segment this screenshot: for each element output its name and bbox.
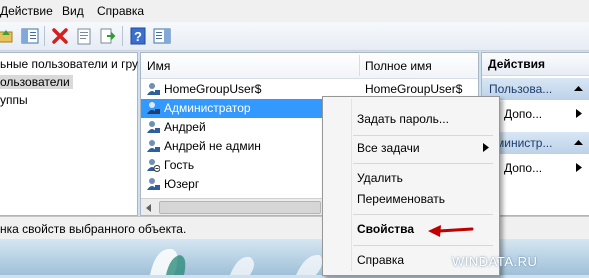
menu-item-help[interactable]: Справка bbox=[357, 253, 404, 267]
row-name: HomeGroupUser$ bbox=[164, 82, 262, 96]
status-text: нка свойств выбранного объекта. bbox=[0, 222, 187, 236]
properties-icon[interactable] bbox=[74, 26, 94, 46]
user-icon bbox=[147, 178, 160, 190]
tree-item-users[interactable]: ользователи bbox=[0, 75, 73, 89]
up-folder-icon[interactable] bbox=[0, 26, 16, 46]
scroll-left-icon[interactable] bbox=[143, 202, 155, 212]
context-menu: Задать пароль... Все задачи Удалить Пере… bbox=[322, 96, 500, 276]
collapse-up-icon[interactable] bbox=[574, 139, 583, 146]
help-icon[interactable]: ? bbox=[128, 26, 148, 46]
row-name: Андрей не админ bbox=[164, 139, 261, 153]
row-name: Администратор bbox=[164, 101, 251, 115]
show-action-pane-icon[interactable] bbox=[152, 26, 172, 46]
menu-item-properties[interactable]: Свойства bbox=[357, 222, 414, 236]
user-icon bbox=[147, 102, 160, 114]
row-name: Юзерг bbox=[164, 177, 200, 191]
show-tree-icon[interactable] bbox=[20, 26, 40, 46]
toolbar: ? bbox=[0, 22, 589, 51]
menu-help[interactable]: Справка bbox=[97, 4, 144, 18]
row-full-name: HomeGroupUser$ bbox=[365, 82, 463, 96]
menu-bar: Действие Вид Справка bbox=[0, 0, 589, 23]
scrollbar-thumb[interactable] bbox=[159, 201, 321, 214]
console-tree: ьные пользователи и гру ользователи уппы bbox=[0, 52, 138, 216]
user-icon bbox=[147, 83, 160, 95]
column-header-name[interactable]: Имя bbox=[147, 59, 170, 73]
actions-link-label: Допо... bbox=[504, 161, 543, 175]
row-name: Андрей bbox=[164, 120, 206, 134]
actions-title-text: Действия bbox=[488, 57, 546, 71]
menu-item-rename[interactable]: Переименовать bbox=[357, 192, 445, 206]
menu-item-set-password[interactable]: Задать пароль... bbox=[357, 112, 449, 126]
chevron-right-icon bbox=[576, 109, 582, 118]
svg-text:?: ? bbox=[134, 29, 142, 44]
disabled-user-icon bbox=[147, 159, 160, 172]
watermark: WINDATA.RU bbox=[452, 254, 538, 269]
user-icon bbox=[147, 140, 160, 152]
menu-action[interactable]: Действие bbox=[0, 4, 53, 18]
list-header: Имя Полное имя bbox=[141, 53, 478, 79]
actions-group-label: Пользова... bbox=[489, 82, 553, 96]
menu-item-all-tasks[interactable]: Все задачи bbox=[357, 141, 420, 155]
export-list-icon[interactable] bbox=[98, 26, 118, 46]
delete-icon[interactable] bbox=[50, 26, 70, 46]
actions-title: Действия bbox=[482, 53, 589, 76]
actions-link-label: Допо... bbox=[504, 107, 543, 121]
submenu-arrow-icon bbox=[483, 143, 489, 152]
tree-item-local-users-groups[interactable]: ьные пользователи и гру bbox=[0, 57, 138, 71]
menu-item-delete[interactable]: Удалить bbox=[357, 171, 403, 185]
menu-view[interactable]: Вид bbox=[62, 4, 84, 18]
status-bar: нка свойств выбранного объекта. bbox=[0, 216, 589, 239]
tree-item-groups[interactable]: уппы bbox=[0, 93, 28, 107]
column-header-full-name[interactable]: Полное имя bbox=[365, 59, 432, 73]
chevron-right-icon bbox=[576, 163, 582, 172]
annotation-arrow-icon bbox=[428, 225, 474, 237]
row-name: Гость bbox=[164, 158, 195, 172]
user-icon bbox=[147, 121, 160, 133]
collapse-up-icon[interactable] bbox=[574, 85, 583, 92]
